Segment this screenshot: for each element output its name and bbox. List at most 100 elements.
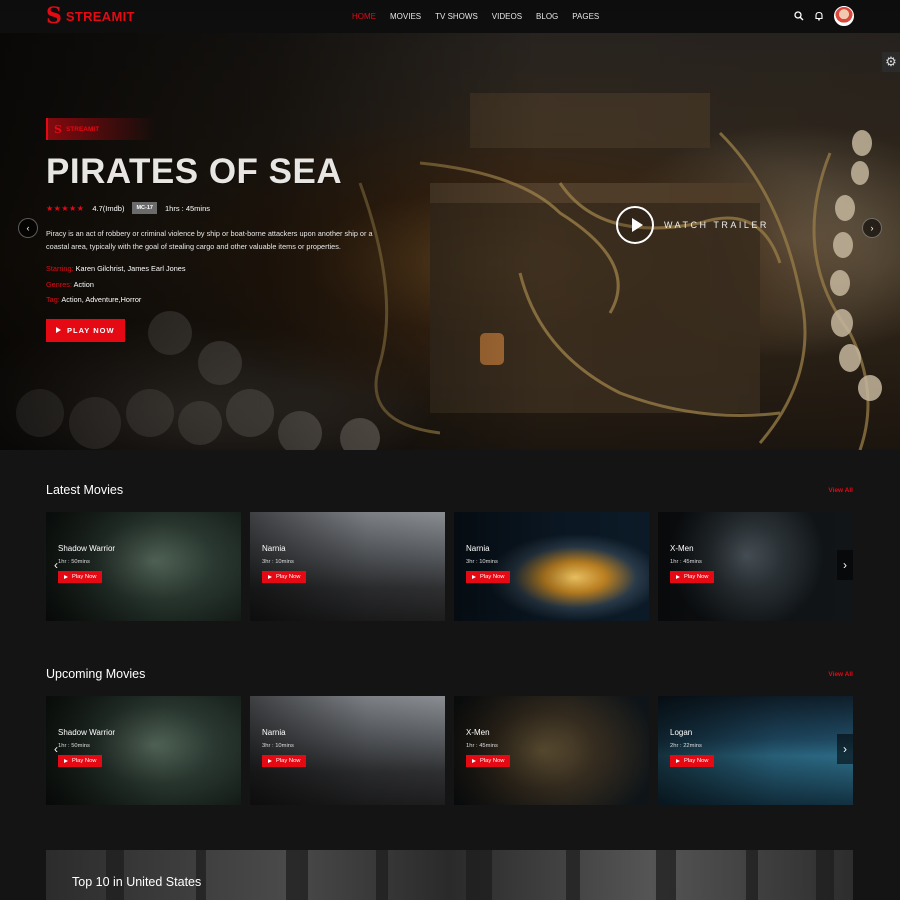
card-duration: 3hr : 10mins: [262, 743, 294, 749]
card-play-button[interactable]: Play Now: [262, 755, 307, 767]
carousel-prev-arrow-icon[interactable]: ‹: [48, 734, 64, 764]
card-play-label: Play Now: [684, 758, 709, 764]
card-play-button[interactable]: Play Now: [670, 755, 715, 767]
card-play-button[interactable]: Play Now: [466, 571, 511, 583]
play-now-button[interactable]: PLAY NOW: [46, 318, 125, 342]
hero-description: Piracy is an act of robbery or criminal …: [46, 229, 373, 251]
card-info: Narnia 3hr : 10mins Play Now: [262, 728, 307, 768]
carousel-next-arrow-icon[interactable]: ›: [837, 734, 853, 764]
card-info: Logan 2hr : 22mins Play Now: [670, 728, 715, 768]
card-title: Narnia: [262, 728, 286, 737]
genres-value: Action: [73, 279, 94, 289]
card-title: Narnia: [466, 544, 490, 553]
top10-title: Top 10 in United States: [72, 875, 202, 889]
card-play-button[interactable]: Play Now: [466, 755, 511, 767]
section-title: Upcoming Movies: [46, 667, 146, 681]
nav-pages[interactable]: PAGES: [572, 12, 599, 21]
movie-card[interactable]: Narnia 3hr : 10mins Play Now: [250, 512, 445, 621]
play-icon: [64, 759, 68, 763]
card-duration: 1hr : 45mins: [670, 559, 702, 565]
hero-next-arrow-icon[interactable]: ›: [862, 218, 882, 238]
hero-banner: S STREAMIT PIRATES OF SEA ★★★★★ 4.7(Imdb…: [0, 33, 900, 450]
movie-carousel: Shadow Warrior 1hr : 50mins Play Now Nar…: [46, 696, 853, 805]
card-play-label: Play Now: [276, 574, 301, 580]
nav-home[interactable]: HOME: [352, 12, 376, 21]
watch-trailer-label: WATCH TRAILER: [664, 220, 769, 230]
tag-label: Tag:: [46, 295, 60, 304]
genres-row: Genres: Action: [46, 277, 406, 293]
play-icon: [56, 327, 61, 333]
card-play-label: Play Now: [480, 758, 505, 764]
starring-value: Karen Gilchrist, James Earl Jones: [75, 264, 186, 273]
view-all-link[interactable]: View All: [828, 671, 853, 678]
card-duration: 2hr : 22mins: [670, 743, 702, 749]
age-rating-badge: MC-17: [132, 202, 157, 214]
card-title: X-Men: [466, 728, 490, 737]
brand-tag-mark: S: [54, 122, 62, 136]
watch-trailer-button[interactable]: WATCH TRAILER: [616, 206, 769, 244]
play-icon: [676, 759, 680, 763]
card-title: Narnia: [262, 544, 286, 553]
card-play-label: Play Now: [276, 758, 301, 764]
hero-title: PIRATES OF SEA: [46, 152, 343, 191]
nav-tv-shows[interactable]: TV SHOWS: [435, 12, 478, 21]
main-nav: HOME MOVIES TV SHOWS VIDEOS BLOG PAGES: [352, 12, 599, 21]
top10-banner: Top 10 in United States: [46, 850, 853, 900]
starring-label: Starring:: [46, 264, 74, 273]
logo-text: STREAMIT: [65, 8, 135, 24]
card-duration: 3hr : 10mins: [466, 559, 498, 565]
movie-card[interactable]: Narnia 3hr : 10mins Play Now: [454, 512, 649, 621]
movie-card[interactable]: X-Men 1hr : 45mins Play Now: [454, 696, 649, 805]
nav-videos[interactable]: VIDEOS: [492, 12, 522, 21]
bell-icon[interactable]: [814, 11, 824, 21]
hero-prev-arrow-icon[interactable]: ‹: [18, 218, 38, 238]
card-duration: 1hr : 50mins: [58, 559, 90, 565]
section-title: Latest Movies: [46, 483, 124, 497]
nav-movies[interactable]: MOVIES: [390, 12, 421, 21]
movie-card[interactable]: X-Men 1hr : 45mins Play Now: [658, 512, 853, 621]
card-play-label: Play Now: [480, 574, 505, 580]
nav-blog[interactable]: BLOG: [536, 12, 558, 21]
user-avatar[interactable]: [834, 6, 854, 26]
movie-duration: 1hrs : 45mins: [164, 203, 211, 213]
card-play-button[interactable]: Play Now: [58, 755, 103, 767]
streamit-logo[interactable]: S STREAMIT: [46, 5, 135, 27]
upcoming-movies-section: Upcoming Movies View All Shadow Warrior …: [46, 664, 853, 805]
section-header: Latest Movies View All: [46, 480, 853, 500]
brand-tag: S STREAMIT: [46, 118, 156, 140]
card-info: Narnia 3hr : 10mins Play Now: [466, 544, 511, 584]
card-play-button[interactable]: Play Now: [262, 571, 307, 583]
play-icon: [64, 575, 68, 579]
hero-content: S STREAMIT PIRATES OF SEA ★★★★★ 4.7(Imdb…: [46, 118, 406, 342]
card-play-button[interactable]: Play Now: [58, 571, 103, 583]
card-title: Shadow Warrior: [58, 544, 116, 553]
card-info: Narnia 3hr : 10mins Play Now: [262, 544, 307, 584]
movie-card[interactable]: Shadow Warrior 1hr : 50mins Play Now: [46, 512, 241, 621]
play-icon: [268, 759, 272, 763]
card-play-label: Play Now: [684, 574, 709, 580]
latest-movies-section: Latest Movies View All Shadow Warrior 1h…: [46, 480, 853, 621]
hero-details: Starring: Karen Gilchrist, James Earl Jo…: [46, 261, 406, 308]
card-duration: 1hr : 45mins: [466, 743, 498, 749]
play-icon: [676, 575, 680, 579]
play-icon: [472, 575, 476, 579]
card-play-button[interactable]: Play Now: [670, 571, 715, 583]
card-info: Shadow Warrior 1hr : 50mins Play Now: [58, 728, 115, 768]
tags-row: Tag: Action, Adventure,Horror: [46, 292, 406, 308]
settings-gear-icon[interactable]: ⚙: [882, 52, 900, 72]
header-actions: [794, 6, 854, 26]
carousel-prev-arrow-icon[interactable]: ‹: [48, 550, 64, 580]
carousel-next-arrow-icon[interactable]: ›: [837, 550, 853, 580]
section-header: Upcoming Movies View All: [46, 664, 853, 684]
rating-stars-icon: ★★★★★: [46, 203, 85, 213]
card-title: Shadow Warrior: [58, 728, 116, 737]
movie-card[interactable]: Logan 2hr : 22mins Play Now: [658, 696, 853, 805]
imdb-rating: 4.7(Imdb): [92, 203, 125, 213]
movie-card[interactable]: Narnia 3hr : 10mins Play Now: [250, 696, 445, 805]
card-play-label: Play Now: [72, 574, 97, 580]
card-title: X-Men: [670, 544, 694, 553]
card-info: Shadow Warrior 1hr : 50mins Play Now: [58, 544, 115, 584]
view-all-link[interactable]: View All: [828, 487, 853, 494]
search-icon[interactable]: [794, 11, 804, 21]
movie-card[interactable]: Shadow Warrior 1hr : 50mins Play Now: [46, 696, 241, 805]
